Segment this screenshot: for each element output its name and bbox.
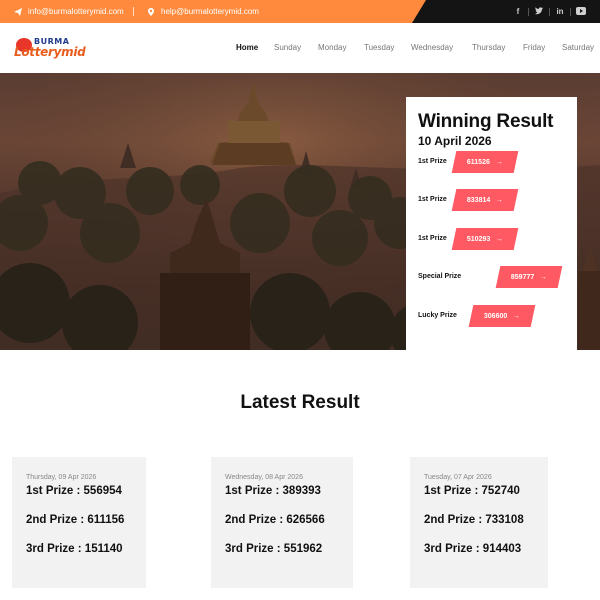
prize-button[interactable]: 859777 → (495, 266, 563, 288)
logo-line2: Lotterymid (14, 45, 86, 59)
arrow-right-icon: → (496, 235, 504, 243)
site-logo[interactable]: BURMA Lotterymid (14, 37, 86, 61)
nav-saturday[interactable]: Saturday (562, 43, 594, 52)
twitter-icon[interactable] (529, 6, 549, 17)
prize-value: 510293 (466, 235, 491, 243)
prize-row: 1st Prize 833814 → (418, 189, 578, 211)
prize-button[interactable]: 833814 → (451, 189, 519, 211)
third-prize: 3rd Prize : 551962 (225, 543, 323, 555)
second-prize: 2nd Prize : 733108 (424, 514, 524, 526)
second-prize: 2nd Prize : 611156 (26, 514, 125, 526)
nav-tuesday[interactable]: Tuesday (364, 43, 394, 52)
prize-label: 1st Prize (418, 158, 447, 165)
result-card[interactable]: Tuesday, 07 Apr 2026 1st Prize : 752740 … (410, 457, 548, 588)
nav-friday[interactable]: Friday (523, 43, 545, 52)
youtube-icon[interactable] (571, 6, 591, 17)
result-date: Tuesday, 07 Apr 2026 (424, 474, 492, 481)
prize-button[interactable]: 306600 → (468, 305, 536, 327)
latest-result-title: Latest Result (240, 392, 360, 413)
prize-value: 859777 (510, 273, 535, 281)
top-email[interactable]: info@burmalotterymid.com (13, 0, 124, 23)
winning-title: Winning Result (418, 111, 554, 132)
facebook-icon[interactable]: f (508, 7, 528, 16)
arrow-right-icon: → (495, 158, 503, 166)
third-prize: 3rd Prize : 151140 (26, 543, 123, 555)
winning-date: 10 April 2026 (418, 134, 492, 148)
arrow-right-icon: → (540, 273, 548, 281)
first-prize: 1st Prize : 556954 (26, 485, 122, 497)
top-email-secondary[interactable]: help@burmalotterymid.com (146, 0, 259, 23)
first-prize: 1st Prize : 752740 (424, 485, 520, 497)
prize-button[interactable]: 611526 → (451, 151, 519, 173)
prize-label: Special Prize (418, 273, 462, 280)
result-card[interactable]: Wednesday, 08 Apr 2026 1st Prize : 38939… (211, 457, 353, 588)
top-email-text: info@burmalotterymid.com (28, 7, 124, 16)
prize-label: 1st Prize (418, 235, 447, 242)
prize-value: 306600 (483, 312, 508, 320)
result-date: Wednesday, 08 Apr 2026 (225, 474, 303, 481)
top-email-secondary-text: help@burmalotterymid.com (161, 7, 259, 16)
prize-row: 1st Prize 510293 → (418, 228, 578, 250)
send-icon (13, 7, 23, 17)
site-header: BURMA Lotterymid Home Sunday Monday Tues… (0, 23, 600, 73)
arrow-right-icon: → (513, 312, 521, 320)
prize-label: Lucky Prize (418, 312, 457, 319)
prize-value: 611526 (467, 158, 490, 166)
top-divider (133, 7, 134, 16)
nav-wednesday[interactable]: Wednesday (411, 43, 453, 52)
prize-row: Lucky Prize 306600 → (418, 305, 578, 327)
linkedin-icon[interactable]: in (550, 7, 570, 16)
first-prize: 1st Prize : 389393 (225, 485, 321, 497)
prize-value: 833814 (466, 196, 491, 204)
nav-sunday[interactable]: Sunday (274, 43, 301, 52)
winning-result-card: Winning Result 10 April 2026 1st Prize 6… (406, 97, 577, 350)
third-prize: 3rd Prize : 914403 (424, 543, 522, 555)
result-card[interactable]: Thursday, 09 Apr 2026 1st Prize : 556954… (12, 457, 146, 588)
social-links: f in (508, 0, 591, 23)
nav-home[interactable]: Home (236, 43, 258, 52)
prize-row: Special Prize 859777 → (418, 266, 578, 288)
prize-label: 1st Prize (418, 196, 447, 203)
nav-monday[interactable]: Monday (318, 43, 346, 52)
second-prize: 2nd Prize : 626566 (225, 514, 325, 526)
prize-button[interactable]: 510293 → (451, 228, 519, 250)
location-pin-icon (146, 7, 156, 17)
nav-thursday[interactable]: Thursday (472, 43, 505, 52)
prize-row: 1st Prize 611526 → (418, 151, 578, 173)
result-date: Thursday, 09 Apr 2026 (26, 474, 97, 481)
arrow-right-icon: → (496, 196, 504, 204)
